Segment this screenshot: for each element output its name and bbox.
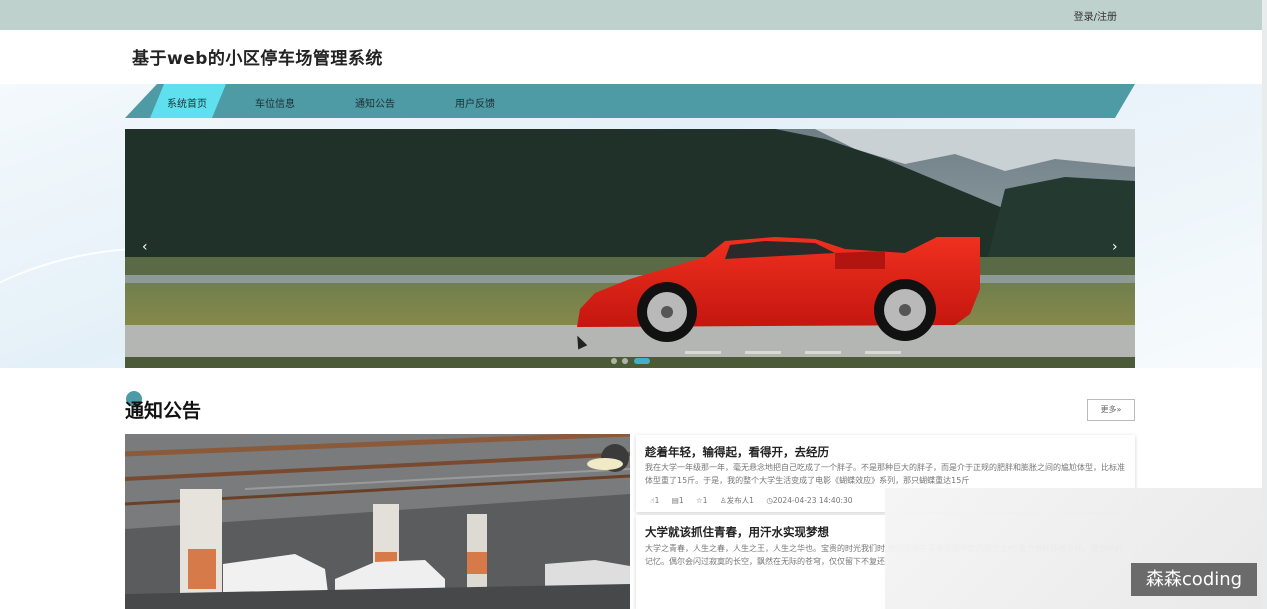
more-button[interactable]: 更多» — [1087, 399, 1135, 421]
nav-item-notices[interactable]: 通知公告 — [355, 95, 395, 110]
top-bar: 登录/注册 — [0, 0, 1262, 30]
carousel-dot[interactable] — [622, 358, 628, 364]
nav-item-feedback[interactable]: 用户反馈 — [455, 95, 495, 110]
login-register-link[interactable]: 登录/注册 — [1074, 8, 1117, 23]
watermark: 森森coding — [1131, 563, 1257, 596]
notice-meta: ☝1 ▤1 ☆1 ♙发布人1 ◷2024-04-23 14:40:30 — [650, 495, 863, 506]
banner-prev-arrow[interactable]: ‹ — [142, 240, 148, 254]
banner-next-arrow[interactable]: › — [1112, 240, 1118, 254]
comment-icon: ▤ — [671, 496, 679, 505]
nav-item-home[interactable]: 系统首页 — [167, 95, 207, 110]
parking-garage-image — [125, 434, 630, 609]
comment-count: ▤1 — [671, 496, 684, 505]
publisher: ♙发布人1 — [719, 496, 754, 505]
like-count: ☝1 — [650, 496, 660, 505]
user-icon: ♙ — [719, 496, 727, 505]
notice-title: 大学就该抓住青春，用汗水实现梦想 — [645, 525, 829, 539]
vertical-scrollbar[interactable] — [1262, 0, 1267, 609]
notice-title: 趁着年轻，输得起，看得开，去经历 — [645, 445, 829, 459]
nav-item-parking-info[interactable]: 车位信息 — [255, 95, 295, 110]
section-title: 通知公告 — [125, 400, 202, 422]
carousel-dot[interactable] — [611, 358, 617, 364]
notice-cover-image[interactable] — [125, 434, 630, 609]
notice-excerpt: 我在大学一年级那一年，毫无悬念地把自己吃成了一个胖子。不是那种巨大的胖子，而是介… — [645, 463, 1125, 485]
banner-carousel[interactable] — [125, 129, 1135, 368]
site-title: 基于web的小区停车场管理系统 — [132, 49, 383, 69]
star-icon: ☆ — [696, 496, 703, 505]
banner-image — [125, 129, 1135, 368]
publish-time: ◷2024-04-23 14:40:30 — [766, 496, 853, 505]
favorite-count: ☆1 — [696, 496, 708, 505]
carousel-dot-active[interactable] — [634, 358, 650, 364]
